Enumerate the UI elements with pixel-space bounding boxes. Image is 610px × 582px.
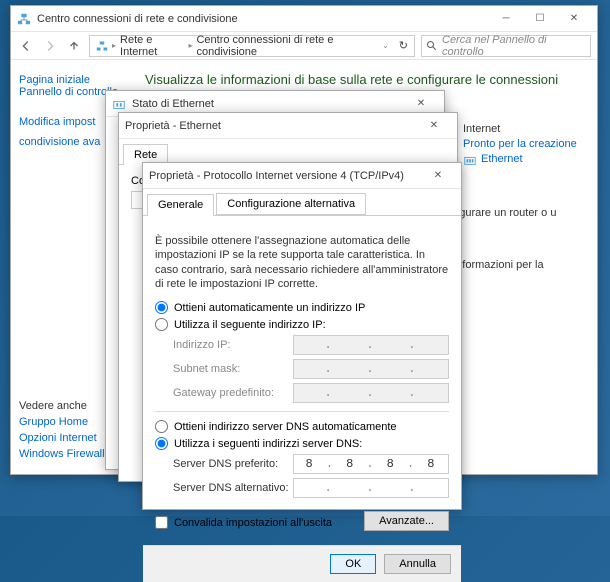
- refresh-icon[interactable]: ↻: [399, 39, 408, 52]
- search-icon: [426, 40, 438, 52]
- advanced-button[interactable]: Avanzate...: [364, 511, 449, 531]
- titlebar: Centro connessioni di rete e condivision…: [11, 6, 597, 32]
- chevron-icon: ▸: [112, 41, 116, 50]
- titlebar: Proprietà - Ethernet ✕: [119, 113, 457, 139]
- homegroup-link[interactable]: Pronto per la creazione: [463, 138, 577, 150]
- radio-ip-manual[interactable]: Utilizza il seguente indirizzo IP:: [155, 318, 449, 331]
- radio-ip-manual-input[interactable]: [155, 318, 168, 331]
- radio-dns-manual-input[interactable]: [155, 437, 168, 450]
- search-placeholder: Cerca nel Pannello di controllo: [442, 34, 586, 58]
- network-icon: [17, 12, 31, 26]
- up-button[interactable]: [65, 37, 83, 55]
- forward-button[interactable]: [41, 37, 59, 55]
- cancel-button[interactable]: Annulla: [384, 554, 451, 574]
- subnet-field: ...: [293, 359, 449, 379]
- dns-alt-field[interactable]: . . .: [293, 478, 449, 498]
- dns-alt-label: Server DNS alternativo:: [173, 482, 293, 494]
- window-title: Centro connessioni di rete e condivision…: [37, 13, 238, 25]
- breadcrumb-item[interactable]: Rete e Internet: [120, 34, 184, 58]
- ok-button[interactable]: OK: [330, 554, 376, 574]
- breadcrumb-item[interactable]: Centro connessioni di rete e condivision…: [196, 34, 374, 58]
- close-button[interactable]: ✕: [557, 9, 591, 29]
- dns-preferred-field[interactable]: 8. 8. 8. 8: [293, 454, 449, 474]
- ethernet-icon: [112, 97, 126, 111]
- dropdown-icon[interactable]: ⌄: [382, 41, 389, 50]
- back-button[interactable]: [17, 37, 35, 55]
- window-title: Proprietà - Ethernet: [125, 120, 221, 132]
- radio-ip-auto[interactable]: Ottieni automaticamente un indirizzo IP: [155, 301, 449, 314]
- titlebar: Proprietà - Protocollo Internet versione…: [143, 163, 461, 189]
- radio-dns-auto[interactable]: Ottieni indirizzo server DNS automaticam…: [155, 420, 449, 433]
- ip-address-label: Indirizzo IP:: [173, 339, 293, 351]
- close-button[interactable]: ✕: [404, 94, 438, 114]
- validate-checkbox-input[interactable]: [155, 516, 168, 529]
- gateway-field: ...: [293, 383, 449, 403]
- close-button[interactable]: ✕: [417, 116, 451, 136]
- description-text: È possibile ottenere l'assegnazione auto…: [155, 234, 449, 291]
- subnet-label: Subnet mask:: [173, 363, 293, 375]
- minimize-button[interactable]: ─: [489, 9, 523, 29]
- dns-preferred-label: Server DNS preferito:: [173, 458, 293, 470]
- ip-address-field: ...: [293, 335, 449, 355]
- maximize-button[interactable]: ☐: [523, 9, 557, 29]
- gateway-label: Gateway predefinito:: [173, 387, 293, 399]
- tab-generale[interactable]: Generale: [147, 194, 214, 216]
- page-heading: Visualizza le informazioni di base sulla…: [145, 72, 583, 87]
- window-title: Stato di Ethernet: [132, 98, 214, 110]
- access-type-value: Internet: [463, 123, 500, 135]
- search-input[interactable]: Cerca nel Pannello di controllo: [421, 35, 591, 57]
- ethernet-icon: [463, 153, 477, 167]
- window-title: Proprietà - Protocollo Internet versione…: [149, 170, 404, 182]
- dialog-buttons: OK Annulla: [143, 545, 461, 582]
- breadcrumb-icon: [96, 40, 108, 52]
- radio-ip-auto-input[interactable]: [155, 301, 168, 314]
- breadcrumb[interactable]: ▸ Rete e Internet ▸ Centro connessioni d…: [89, 35, 415, 57]
- chevron-icon: ▸: [188, 41, 192, 50]
- radio-dns-manual[interactable]: Utilizza i seguenti indirizzi server DNS…: [155, 437, 449, 450]
- close-button[interactable]: ✕: [421, 166, 455, 186]
- radio-dns-auto-input[interactable]: [155, 420, 168, 433]
- tab-config-alt[interactable]: Configurazione alternativa: [216, 193, 366, 215]
- validate-checkbox[interactable]: Convalida impostazioni all'uscita: [155, 516, 332, 529]
- address-bar: ▸ Rete e Internet ▸ Centro connessioni d…: [11, 32, 597, 60]
- ipv4-properties-window: Proprietà - Protocollo Internet versione…: [142, 162, 462, 510]
- connection-link[interactable]: Ethernet: [481, 153, 523, 167]
- tabstrip: Generale Configurazione alternativa: [143, 193, 461, 216]
